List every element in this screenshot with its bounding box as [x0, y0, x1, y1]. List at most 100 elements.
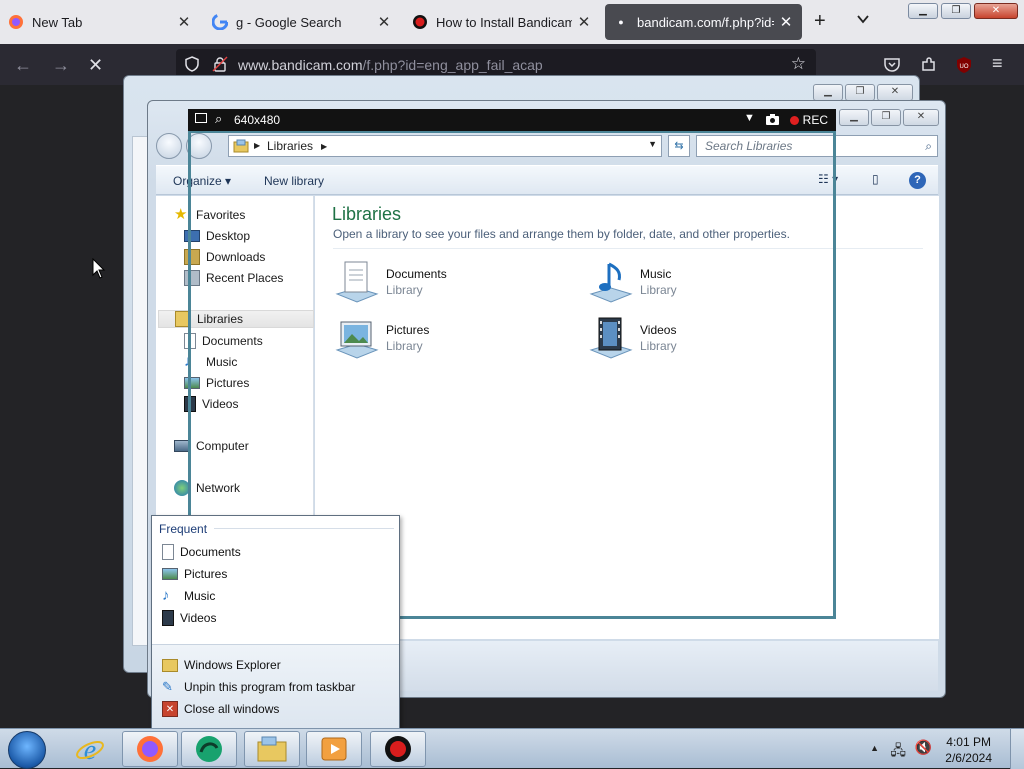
jumplist-label: Music [184, 589, 216, 603]
jumplist-unpin-program[interactable]: ✎ Unpin this program from taskbar [162, 678, 355, 696]
ublock-origin-icon[interactable]: UO [955, 56, 973, 74]
close-windows-icon: ✕ [162, 701, 178, 717]
jumplist-close-all-windows[interactable]: ✕ Close all windows [162, 700, 279, 718]
tab-install-bandicam[interactable]: How to Install Bandicam S ✕ [404, 4, 600, 40]
back-arrow-icon[interactable]: ← [14, 55, 32, 76]
tab-new-tab[interactable]: New Tab ✕ [0, 4, 200, 40]
explorer-maximize-button[interactable]: ❐ [871, 109, 901, 126]
pin-icon: ✎ [162, 679, 173, 694]
jumplist-item-pictures[interactable]: Pictures [162, 565, 227, 583]
tab-close-icon[interactable]: ✕ [376, 13, 392, 31]
insecure-lock-icon[interactable] [212, 56, 228, 72]
green-app-icon [196, 736, 222, 762]
jumplist-tasks-section: Windows Explorer ✎ Unpin this program fro… [152, 644, 399, 728]
forward-arrow-icon[interactable]: → [52, 55, 70, 76]
show-desktop-button[interactable] [1010, 729, 1024, 769]
rec-label: REC [802, 113, 828, 127]
camera-icon[interactable] [765, 113, 780, 126]
window-controls: ▁ ❐ ✕ [908, 3, 1018, 19]
jumplist-label: Windows Explorer [184, 658, 281, 672]
bg-minimize-button[interactable]: ▁ [813, 84, 843, 101]
pictures-icon [162, 568, 178, 580]
jumplist-frequent-header: Frequent [159, 522, 208, 536]
magnifier-icon[interactable]: ⌕ [215, 111, 222, 127]
jumplist-header-divider [214, 528, 394, 529]
windows-taskbar: e ▲ 🖧 🔇 4:01 PM 2/6/2024 [0, 728, 1024, 769]
list-tabs-chevron-icon[interactable] [856, 12, 870, 26]
jumplist-label: Pictures [184, 567, 228, 581]
jumplist-label: Close all windows [184, 702, 280, 716]
minimize-button[interactable]: ▁ [908, 3, 938, 19]
explorer-minimize-button[interactable]: ▁ [839, 109, 869, 126]
jumplist-label: Documents [180, 545, 241, 559]
jumplist-item-documents[interactable]: Documents [162, 543, 241, 561]
record-button[interactable]: REC [789, 113, 828, 127]
jumplist-windows-explorer[interactable]: Windows Explorer [162, 656, 281, 674]
tab-close-icon[interactable]: ✕ [778, 13, 794, 31]
close-button[interactable]: ✕ [974, 3, 1018, 19]
browser-tab-bar: New Tab ✕ g - Google Search ✕ How to Ins… [0, 0, 1024, 44]
taskbar-media-player[interactable] [306, 731, 362, 767]
media-player-icon [321, 737, 347, 761]
bg-close-button[interactable]: ✕ [877, 84, 913, 101]
bg-window-controls: ▁ ❐ ✕ [813, 84, 913, 101]
svg-text:e: e [84, 735, 96, 764]
taskbar-internet-explorer[interactable]: e [62, 731, 118, 767]
restore-button[interactable]: ❐ [941, 3, 971, 19]
window-mode-icon[interactable] [195, 113, 207, 123]
show-hidden-icons-arrow-icon[interactable]: ▲ [870, 743, 879, 753]
volume-muted-icon[interactable]: 🔇 [915, 739, 932, 756]
page-icon: ● [618, 17, 624, 27]
extensions-puzzle-icon[interactable] [920, 56, 938, 74]
bookmark-star-icon[interactable]: ☆ [791, 54, 806, 74]
stop-loading-icon[interactable]: ✕ [88, 55, 103, 76]
tab-title: How to Install Bandicam S [436, 14, 572, 30]
preview-pane-icon[interactable]: ▯ [872, 172, 879, 186]
taskbar-bandicam[interactable] [370, 731, 426, 767]
tab-title: g - Google Search [236, 14, 342, 30]
tab-google-search[interactable]: g - Google Search ✕ [204, 4, 400, 40]
windows-explorer-folder-icon [162, 658, 178, 672]
tab-bandicam-fail[interactable]: ● bandicam.com/f.php?id=e ✕ [605, 4, 802, 40]
jumplist-item-videos[interactable]: Videos [162, 609, 216, 627]
explorer-jump-list: Frequent Documents Pictures ♪ Music Video… [151, 515, 400, 728]
firefox-icon [137, 736, 163, 762]
jumplist-item-music[interactable]: ♪ Music [162, 587, 215, 605]
bandicam-menu-dropdown-icon[interactable]: ▼ [744, 112, 755, 124]
windows-explorer-folder-icon [257, 736, 287, 762]
google-icon [212, 14, 228, 30]
jumplist-label: Videos [180, 611, 217, 625]
tab-close-icon[interactable]: ✕ [176, 13, 192, 31]
new-tab-plus-icon[interactable]: + [814, 10, 826, 33]
jumplist-label: Unpin this program from taskbar [184, 680, 356, 694]
videos-filmstrip-icon [162, 610, 174, 626]
bg-restore-button[interactable]: ❐ [845, 84, 875, 101]
tab-title: bandicam.com/f.php?id=e [637, 14, 774, 30]
bandicam-capture-bar: ⌕ 640x480 ▼ REC [188, 109, 836, 131]
bandicam-icon [413, 15, 427, 29]
network-tray-icon[interactable]: 🖧 [890, 740, 906, 764]
capture-resolution[interactable]: 640x480 [234, 113, 280, 127]
tab-close-icon[interactable]: ✕ [576, 13, 592, 31]
documents-icon [162, 544, 174, 560]
system-clock[interactable]: 4:01 PM 2/6/2024 [945, 734, 992, 766]
clock-date: 2/6/2024 [945, 751, 992, 765]
music-note-icon: ♪ [162, 587, 170, 604]
help-icon[interactable]: ? [909, 172, 926, 189]
explorer-close-button[interactable]: ✕ [903, 109, 939, 126]
firefox-icon [9, 15, 23, 29]
mouse-cursor-icon [92, 258, 106, 279]
taskbar-firefox[interactable] [122, 731, 178, 767]
tab-title: New Tab [32, 14, 83, 30]
start-button-windows-icon[interactable] [8, 731, 46, 769]
taskbar-app-green[interactable] [181, 731, 237, 767]
url-path: /f.php?id=eng_app_fail_acap [362, 57, 543, 73]
taskbar-windows-explorer[interactable] [244, 731, 300, 767]
explorer-window-controls: ▁ ❐ ✕ [839, 109, 939, 126]
shield-icon[interactable] [184, 56, 200, 72]
search-icon[interactable]: ⌕ [925, 139, 932, 154]
menu-hamburger-icon[interactable]: ≡ [992, 53, 1003, 74]
pocket-icon[interactable] [883, 56, 901, 74]
internet-explorer-icon: e [76, 735, 104, 764]
back-button[interactable] [156, 133, 182, 159]
